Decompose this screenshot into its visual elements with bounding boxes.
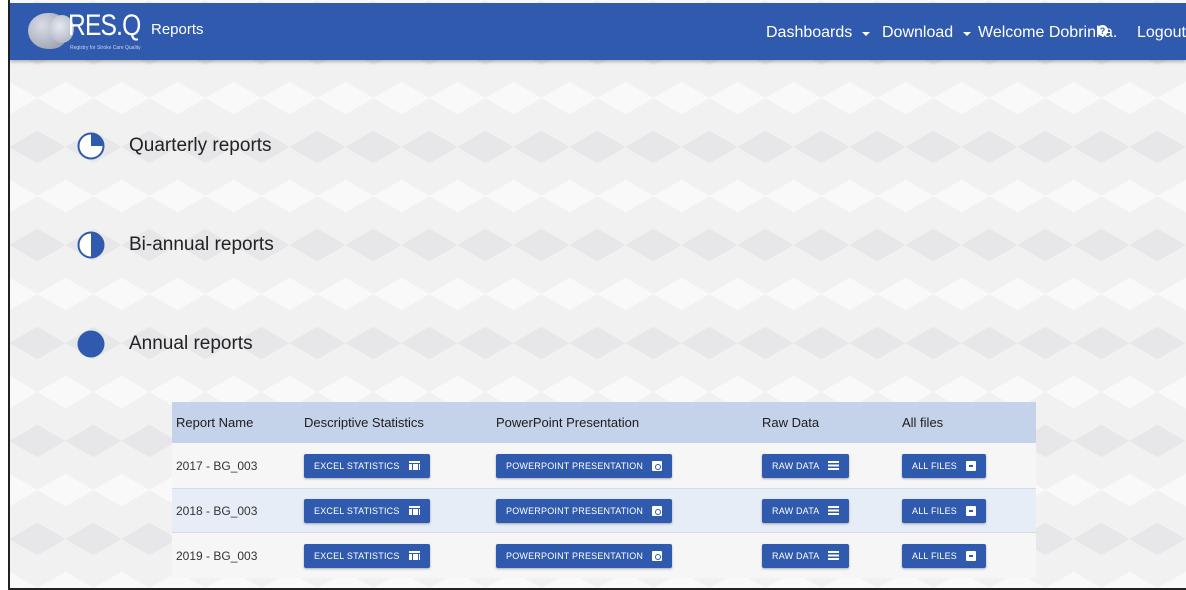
report-name-cell: 2017 - BG_003 [176, 458, 258, 473]
list-icon [828, 506, 840, 515]
table-header: Report Name Descriptive Statistics Power… [172, 402, 1036, 443]
powerpoint-button[interactable]: POWERPOINT PRESENTATION [496, 543, 673, 568]
logo-subtitle: Registry for Stroke Care Quality [70, 45, 141, 51]
button-label: EXCEL STATISTICS [314, 460, 400, 471]
excel-statistics-button[interactable]: EXCEL STATISTICS [304, 543, 430, 568]
download-label: Download [882, 24, 954, 41]
excel-statistics-button[interactable]: EXCEL STATISTICS [304, 498, 430, 523]
annual-reports-table: Report Name Descriptive Statistics Power… [172, 402, 1036, 578]
quarterly-reports-title: Quarterly reports [129, 135, 272, 156]
report-name-cell: 2019 - BG_003 [176, 548, 258, 563]
logo-text: RES.Q [68, 9, 141, 42]
annual-reports-section[interactable]: Annual reports [77, 330, 253, 358]
table-icon [408, 506, 420, 515]
raw-data-button[interactable]: RAW DATA [762, 498, 850, 523]
button-label: RAW DATA [772, 550, 820, 561]
excel-statistics-button[interactable]: EXCEL STATISTICS [304, 453, 430, 478]
button-label: EXCEL STATISTICS [314, 505, 400, 516]
chevron-down-icon [963, 32, 972, 36]
header-raw-data: Raw Data [762, 415, 820, 430]
report-name-cell: 2018 - BG_003 [176, 503, 258, 518]
archive-icon [966, 550, 976, 561]
powerpoint-button[interactable]: POWERPOINT PRESENTATION [496, 453, 673, 478]
header-report-name: Report Name [176, 415, 254, 430]
logout-link[interactable]: Logout [1137, 24, 1186, 42]
header-descriptive-statistics: Descriptive Statistics [304, 415, 424, 430]
table-icon [408, 551, 420, 560]
page-title: Reports [151, 21, 204, 38]
raw-data-button[interactable]: RAW DATA [762, 543, 850, 568]
biannual-reports-section[interactable]: Bi-annual reports [77, 231, 274, 259]
full-circle-icon [77, 330, 105, 358]
presentation-icon [652, 460, 663, 471]
brain-icon [28, 13, 74, 49]
button-label: RAW DATA [772, 505, 820, 516]
quarter-pie-icon [77, 132, 105, 160]
dashboards-label: Dashboards [766, 24, 853, 41]
button-label: POWERPOINT PRESENTATION [506, 550, 644, 561]
archive-icon [966, 460, 976, 471]
button-label: POWERPOINT PRESENTATION [506, 460, 644, 471]
powerpoint-button[interactable]: POWERPOINT PRESENTATION [496, 498, 673, 523]
help-button[interactable]: ? [1097, 25, 1108, 36]
presentation-icon [652, 550, 663, 561]
download-menu[interactable]: Download [882, 24, 972, 42]
button-label: ALL FILES [912, 460, 957, 471]
header-all-files: All files [902, 415, 944, 430]
button-label: EXCEL STATISTICS [314, 550, 400, 561]
help-icon: ? [1097, 25, 1108, 36]
table-row: 2018 - BG_003 EXCEL STATISTICS POWERPOIN… [172, 488, 1036, 533]
all-files-button[interactable]: ALL FILES [902, 453, 986, 478]
button-label: ALL FILES [912, 505, 957, 516]
presentation-icon [652, 505, 663, 516]
table-row: 2019 - BG_003 EXCEL STATISTICS POWERPOIN… [172, 533, 1036, 578]
list-icon [828, 461, 840, 470]
button-label: ALL FILES [912, 550, 957, 561]
chevron-down-icon [862, 32, 871, 36]
button-label: POWERPOINT PRESENTATION [506, 505, 644, 516]
half-pie-icon [77, 231, 105, 259]
all-files-button[interactable]: ALL FILES [902, 498, 986, 523]
table-row: 2017 - BG_003 EXCEL STATISTICS POWERPOIN… [172, 443, 1036, 488]
annual-reports-title: Annual reports [129, 333, 253, 354]
all-files-button[interactable]: ALL FILES [902, 543, 986, 568]
archive-icon [966, 505, 976, 516]
biannual-reports-title: Bi-annual reports [129, 234, 274, 255]
dashboards-menu[interactable]: Dashboards [766, 24, 871, 42]
raw-data-button[interactable]: RAW DATA [762, 453, 850, 478]
list-icon [828, 551, 840, 560]
table-icon [408, 461, 420, 470]
quarterly-reports-section[interactable]: Quarterly reports [77, 132, 272, 160]
button-label: RAW DATA [772, 460, 820, 471]
resq-logo[interactable]: RES.Q Registry for Stroke Care Quality [28, 9, 148, 55]
top-navbar: RES.Q Registry for Stroke Care Quality R… [10, 3, 1186, 60]
header-powerpoint: PowerPoint Presentation [496, 415, 640, 430]
